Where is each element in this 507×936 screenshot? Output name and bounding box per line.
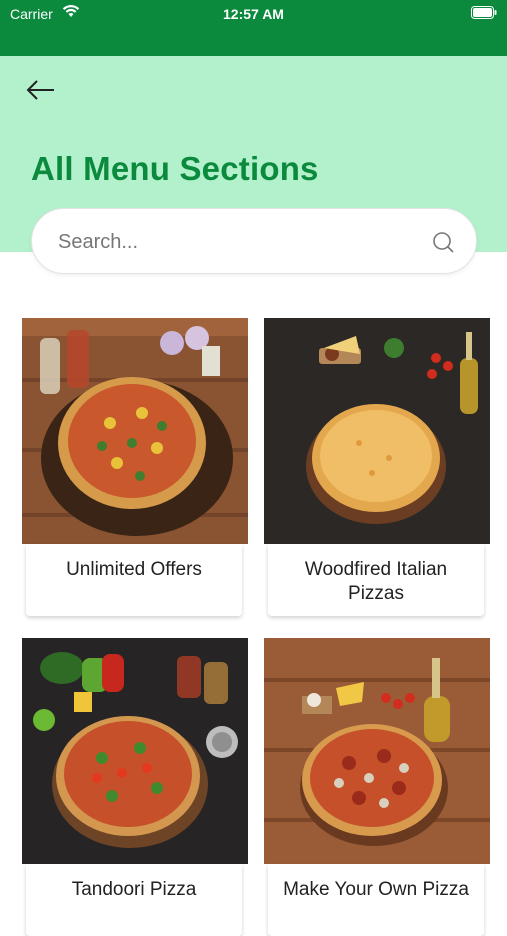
clock: 12:57 AM xyxy=(223,6,284,22)
menu-section-card[interactable]: Woodfired Italian Pizzas xyxy=(264,318,490,618)
menu-section-label: Unlimited Offers xyxy=(66,559,202,580)
search-bar xyxy=(31,208,477,275)
menu-section-card[interactable]: Unlimited Offers xyxy=(22,318,248,618)
status-bar: Carrier 12:57 AM xyxy=(0,0,507,56)
menu-section-label: Woodfired Italian Pizzas xyxy=(304,559,448,604)
menu-section-label: Tandoori Pizza xyxy=(71,879,197,900)
page-title: All Menu Sections xyxy=(31,150,319,187)
menu-section-label-box: Tandoori Pizza xyxy=(26,864,242,936)
menu-section-card[interactable]: Make Your Own Pizza xyxy=(264,638,490,936)
back-arrow-icon[interactable] xyxy=(22,76,58,104)
search-icon[interactable] xyxy=(432,231,454,253)
menu-section-label: Make Your Own Pizza xyxy=(283,879,469,900)
menu-section-label-box: Unlimited Offers xyxy=(26,544,242,616)
pizza-on-wood-board-photo xyxy=(22,318,248,544)
cheese-pizza-on-dark-table-photo xyxy=(264,318,490,544)
menu-section-card[interactable]: Tandoori Pizza xyxy=(22,638,248,936)
tandoori-pizza-with-peppers-photo xyxy=(22,638,248,864)
battery-icon xyxy=(471,6,497,19)
search-input[interactable] xyxy=(56,209,420,275)
menu-section-label-box: Woodfired Italian Pizzas xyxy=(268,544,484,616)
pepperoni-mushroom-pizza-photo xyxy=(264,638,490,864)
menu-section-label-box: Make Your Own Pizza xyxy=(268,864,484,936)
